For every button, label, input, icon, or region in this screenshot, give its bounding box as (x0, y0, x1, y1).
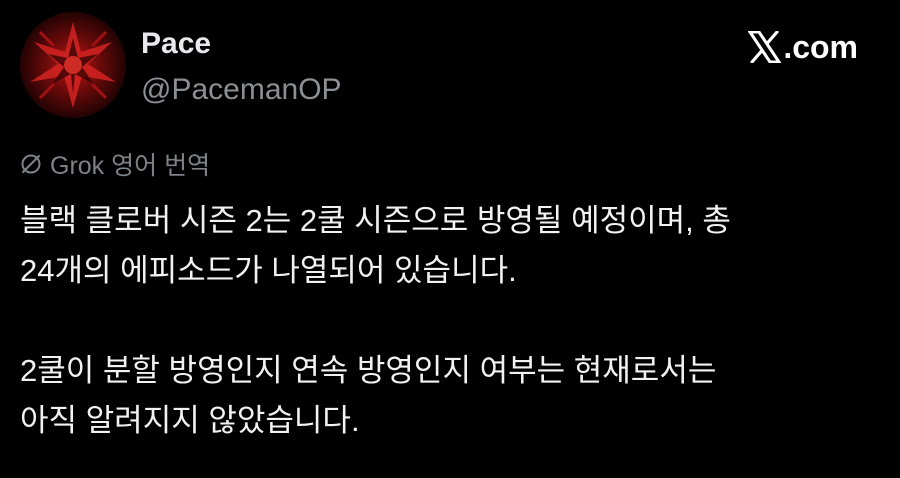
source-badge[interactable]: .com (747, 27, 858, 67)
tweet-line: 블랙 클로버 시즌 2는 2쿨 시즌으로 방영될 예정이며, 총 (20, 203, 731, 238)
tweet-line: 2쿨이 분할 방영인지 연속 방영인지 여부는 현재로서는 (20, 353, 717, 388)
user-handle[interactable]: @PacemanOP (141, 72, 342, 108)
tweet-text: 블랙 클로버 시즌 2는 2쿨 시즌으로 방영될 예정이며, 총 24개의 에피… (20, 196, 880, 446)
translation-label: Grok 영어 번역 (50, 152, 211, 180)
red-dark-emblem-avatar-icon (20, 12, 126, 118)
tweet-line: 24개의 에피소드가 나열되어 있습니다. (20, 253, 517, 288)
avatar[interactable] (20, 12, 126, 118)
tweet-line: 아직 알려지지 않았습니다. (20, 403, 360, 438)
display-name[interactable]: Pace (141, 26, 211, 62)
grok-icon (20, 153, 42, 175)
tweet-card: Pace @PacemanOP .com Grok 영어 번역 블랙 클로버 시… (0, 0, 900, 478)
x-logo-icon (747, 30, 783, 64)
source-domain: .com (783, 29, 858, 65)
tweet-paragraph: 블랙 클로버 시즌 2는 2쿨 시즌으로 방영될 예정이며, 총 24개의 에피… (20, 196, 880, 296)
tweet-paragraph: 2쿨이 분할 방영인지 연속 방영인지 여부는 현재로서는 아직 알려지지 않았… (20, 346, 880, 446)
translation-indicator[interactable]: Grok 영어 번역 (20, 148, 210, 180)
